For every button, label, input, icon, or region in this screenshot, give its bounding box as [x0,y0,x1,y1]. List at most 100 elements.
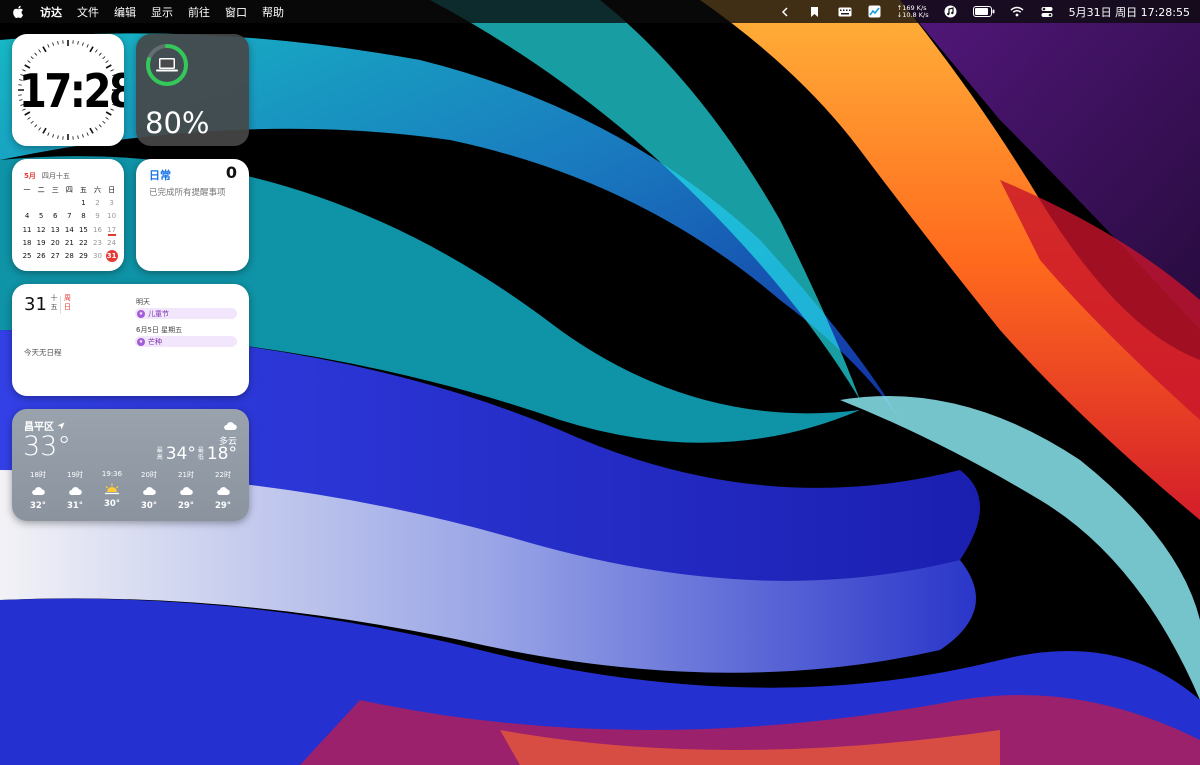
weekday-label: 日 [108,185,116,194]
weekday-char: 日 [64,303,71,311]
menu-app-name[interactable]: 访达 [40,4,62,20]
weekday-label: 六 [94,185,102,194]
low-temp: 18° [206,444,237,464]
net-download: ↓10.8 K/s [896,10,929,19]
calendar-week-row: 123 [20,196,120,209]
weekday-label: 二 [37,185,45,194]
lunar-date: 四月十五 [41,172,70,180]
calendar-day[interactable]: 6 [48,212,62,220]
menubar-datetime[interactable]: 5月31日 周日 17:28:55 [1069,4,1190,20]
clock-tick [105,60,109,63]
high-low-temps: 最高 34° 最低 18° [157,444,237,464]
calendar-day[interactable]: 29 [76,252,90,260]
calendar-day[interactable]: 15 [76,226,90,234]
music-note-icon[interactable] [943,5,959,19]
calendar-day[interactable]: 19 [34,239,48,247]
chevron-left-icon[interactable] [777,5,793,19]
clock-tick [47,44,50,48]
calendar-day[interactable]: 20 [48,239,62,247]
calendar-day[interactable]: 7 [62,212,76,220]
calendar-day[interactable]: 25 [20,252,34,260]
calendar-day[interactable]: 9 [90,212,104,220]
calendar-day[interactable]: 8 [76,212,90,220]
event-group-label: 6月5日 星期五 [136,326,183,334]
calendar-day[interactable]: 5 [34,212,48,220]
calendar-grid: 一二三四五六日 1 2 3 4 5 6 7 8 9 10 11 12 13 14 15 16 17 18 19 20 21… [20,183,120,263]
calendar-day[interactable]: 28 [62,252,76,260]
no-events-text: 今天无日程 [24,348,62,357]
battery-icon[interactable] [972,5,995,19]
weather-widget[interactable]: 昌平区 33° 多云 最高 34° 最低 18° 18时 32° 19时 31° 19:… [12,409,249,521]
calendar-day[interactable]: 1 [76,199,90,207]
clock-tick [57,41,59,45]
apple-logo-icon[interactable] [10,4,26,20]
menu-edit[interactable]: 编辑 [114,4,136,20]
calendar-week-row: 4 5 6 7 8 9 10 [20,210,120,223]
day-weekday: 周 日 [64,294,72,312]
control-center-icon[interactable] [1039,5,1055,19]
calendar-weekday-header: 一二三四五六日 [20,183,120,196]
low-label: 最低 [197,447,204,461]
bookmark-icon[interactable] [807,5,823,19]
clock-tick [98,52,102,56]
calendar-day-today[interactable]: 31 [105,250,119,263]
clock-tick [77,135,79,139]
calendar-day[interactable]: 16 [90,226,104,234]
calendar-day[interactable]: 27 [48,252,62,260]
calendar-day[interactable]: 13 [48,226,62,234]
hour-time: 20时 [141,471,157,479]
calendar-day[interactable]: 12 [34,226,48,234]
day-calendar-widget[interactable]: 31 十 五 周 日 今天无日程 明天 ★ 儿童节 6月5日 星期五 ★ 芒种 [12,284,249,396]
network-speed[interactable]: ↑169 K/s ↓10.8 K/s [896,4,929,19]
calendar-day[interactable]: 22 [76,239,90,247]
battery-ring [146,44,188,86]
battery-percent: 80% [145,106,210,140]
calendar-day[interactable]: 21 [62,239,76,247]
current-temperature: 33° [23,431,71,462]
menu-help[interactable]: 帮助 [262,4,284,20]
calendar-day[interactable]: 24 [105,239,119,247]
lunar-char: 五 [50,303,58,311]
calendar-day[interactable]: 26 [34,252,48,260]
calendar-day[interactable]: 3 [105,199,119,207]
calendar-day[interactable]: 18 [20,239,34,247]
menu-bar: 访达 文件 编辑 显示 前往 窗口 帮助 ↑169 K/s ↓10.8 K/s [0,0,1200,23]
menu-go[interactable]: 前往 [188,4,210,20]
event-title: 儿童节 [148,309,169,318]
calendar-day[interactable]: 4 [20,212,34,220]
activity-monitor-icon[interactable] [867,5,883,19]
calendar-day[interactable]: 2 [90,199,104,207]
clock-tick [47,132,50,136]
clock-time: 17:28 [18,64,124,118]
calendar-day[interactable]: 11 [20,226,34,234]
menu-file[interactable]: 文件 [77,4,99,20]
event-item[interactable]: ★ 芒种 [135,336,237,347]
month-label: 5月 [24,172,36,180]
menu-view[interactable]: 显示 [151,4,173,20]
reminders-widget[interactable]: 日常 0 已完成所有提醒事项 [136,159,249,271]
calendar-day[interactable]: 30 [90,252,104,260]
clock-tick [102,56,106,60]
month-calendar-widget[interactable]: 5月 四月十五 一二三四五六日 1 2 3 4 5 6 7 8 9 10 11 12 13 14 15 16 17… [12,159,124,271]
lunar-char: 十 [50,294,58,302]
month-header: 5月 四月十五 [24,171,70,181]
hour-time: 22时 [215,471,231,479]
calendar-day[interactable]: 10 [105,212,119,220]
weekday-label: 五 [79,185,87,194]
day-number: 31 [24,294,47,315]
hourly-item: 19时 31° [59,470,91,511]
calendar-day[interactable]: 14 [62,226,76,234]
hourly-item: 18时 32° [22,470,54,511]
menu-window[interactable]: 窗口 [225,4,247,20]
clock-tick [42,46,47,53]
calendar-day[interactable]: 17 [105,226,119,236]
keyboard-icon[interactable] [837,5,853,19]
event-group-label: 明天 [136,298,150,306]
calendar-day[interactable]: 23 [90,239,104,247]
wifi-icon[interactable] [1009,5,1025,19]
battery-widget[interactable]: 80% [136,34,249,146]
weekday-label: 三 [51,185,59,194]
event-item[interactable]: ★ 儿童节 [135,308,237,319]
hour-temp: 30° [103,499,121,509]
clock-widget[interactable]: 17:28 [12,34,124,146]
